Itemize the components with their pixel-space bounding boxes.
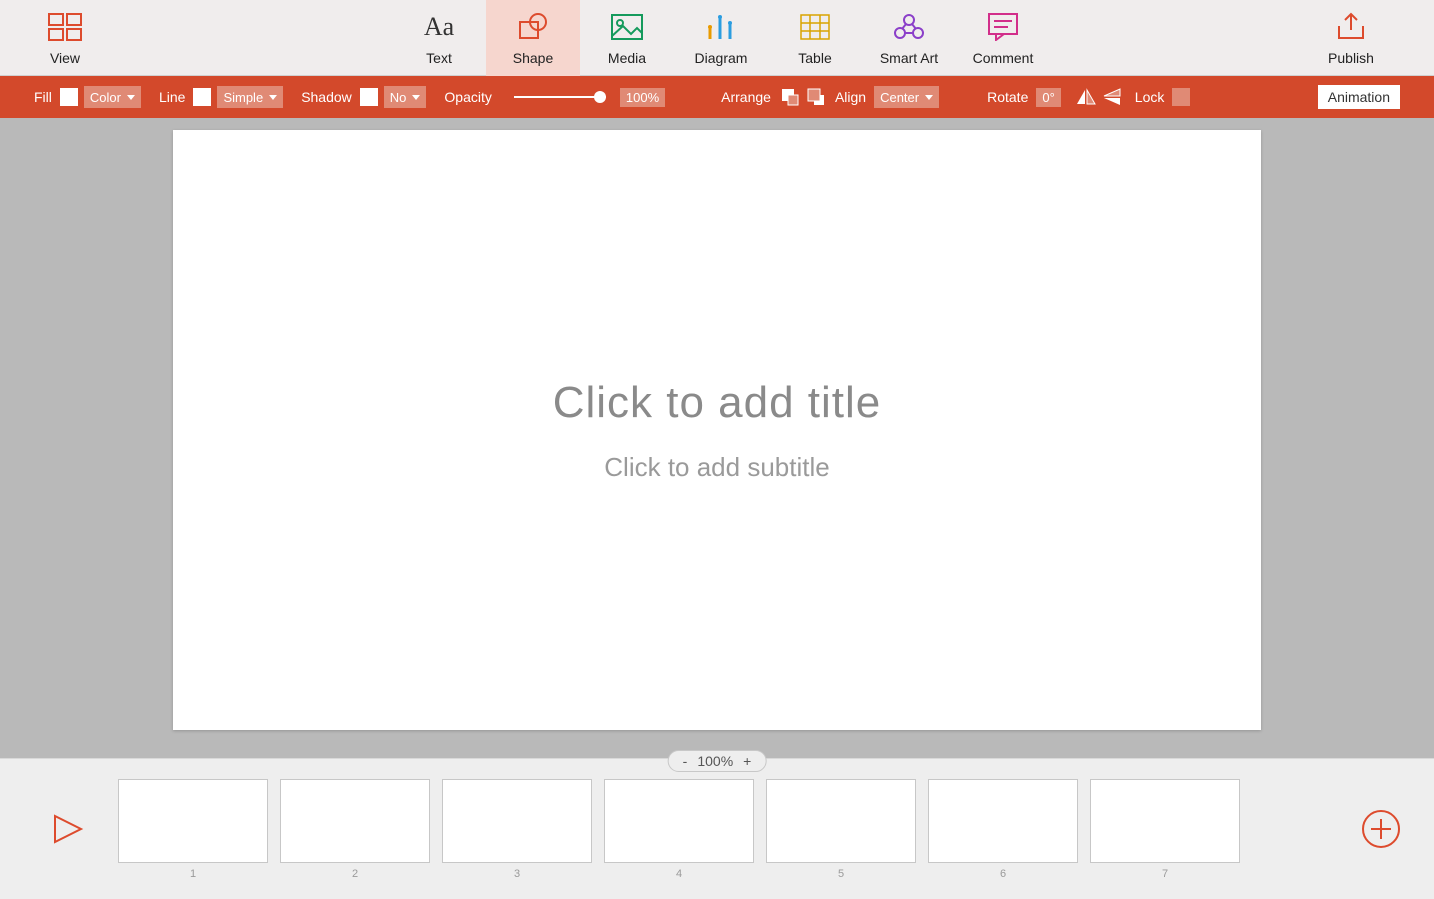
toolbar-media[interactable]: Media <box>580 0 674 76</box>
smartart-icon <box>893 10 925 44</box>
toolbar-view[interactable]: View <box>18 0 112 76</box>
line-swatch[interactable] <box>193 88 211 106</box>
toolbar-comment[interactable]: Comment <box>956 0 1050 76</box>
shadow-label: Shadow <box>301 89 352 105</box>
toolbar-text-label: Text <box>426 50 452 66</box>
shadow-group: Shadow No <box>301 86 426 108</box>
slide-thumb[interactable] <box>280 779 430 863</box>
flip-horizontal-icon[interactable] <box>1075 86 1097 108</box>
lock-label: Lock <box>1135 89 1165 105</box>
lock-group: Lock <box>1135 88 1191 106</box>
table-icon <box>800 10 830 44</box>
flip-vertical-icon[interactable] <box>1101 86 1123 108</box>
publish-icon <box>1335 10 1367 44</box>
add-slide-button[interactable] <box>1346 809 1416 849</box>
play-button[interactable] <box>18 814 118 844</box>
fill-label: Fill <box>34 89 52 105</box>
toolbar-media-label: Media <box>608 50 646 66</box>
toolbar-table[interactable]: Table <box>768 0 862 76</box>
toolbar-diagram[interactable]: Diagram <box>674 0 768 76</box>
comment-icon <box>988 10 1018 44</box>
slide-thumb[interactable] <box>604 779 754 863</box>
slide-thumb[interactable] <box>1090 779 1240 863</box>
slide-thumb[interactable] <box>766 779 916 863</box>
align-select[interactable]: Center <box>874 86 939 108</box>
fill-group: Fill Color <box>34 86 141 108</box>
rotate-label: Rotate <box>987 89 1028 105</box>
toolbar-publish[interactable]: Publish <box>1304 0 1398 76</box>
align-group: Align Center <box>835 86 939 108</box>
line-label: Line <box>159 89 185 105</box>
line-group: Line Simple <box>159 86 283 108</box>
diagram-icon <box>706 10 736 44</box>
toolbar-shape-label: Shape <box>513 50 553 66</box>
align-label: Align <box>835 89 866 105</box>
zoom-value: 100% <box>697 753 733 769</box>
zoom-out-button[interactable]: - <box>683 753 688 769</box>
toolbar-table-label: Table <box>798 50 831 66</box>
send-back-icon[interactable] <box>805 86 827 108</box>
toolbar-smartart-label: Smart Art <box>880 50 938 66</box>
media-icon <box>611 10 643 44</box>
rotate-value[interactable]: 0° <box>1036 88 1060 107</box>
zoom-in-button[interactable]: + <box>743 753 751 769</box>
slide-thumb[interactable] <box>928 779 1078 863</box>
fill-swatch[interactable] <box>60 88 78 106</box>
slide-canvas[interactable]: Click to add title Click to add subtitle <box>173 130 1261 730</box>
fill-select[interactable]: Color <box>84 86 141 108</box>
slide-thumb[interactable] <box>118 779 268 863</box>
animation-button[interactable]: Animation <box>1318 85 1400 109</box>
toolbar-smartart[interactable]: Smart Art <box>862 0 956 76</box>
slide-thumb[interactable] <box>442 779 592 863</box>
rotate-group: Rotate 0° <box>987 86 1123 108</box>
property-bar: Fill Color Line Simple Shadow No Opacity… <box>0 76 1434 118</box>
toolbar-publish-label: Publish <box>1328 50 1374 66</box>
zoom-control: - 100% + <box>668 750 767 772</box>
opacity-group: Opacity 100% <box>444 88 665 107</box>
opacity-label: Opacity <box>444 89 491 105</box>
shadow-swatch[interactable] <box>360 88 378 106</box>
view-icon <box>48 10 82 44</box>
opacity-slider[interactable] <box>514 96 606 98</box>
main-toolbar: View Aa Text Shape Media <box>0 0 1434 76</box>
toolbar-comment-label: Comment <box>973 50 1034 66</box>
opacity-value[interactable]: 100% <box>620 88 665 107</box>
toolbar-diagram-label: Diagram <box>695 50 748 66</box>
toolbar-view-label: View <box>50 50 80 66</box>
text-icon: Aa <box>424 10 454 44</box>
canvas-area: Click to add title Click to add subtitle… <box>0 118 1434 758</box>
arrange-group: Arrange <box>721 86 827 108</box>
shadow-select[interactable]: No <box>384 86 427 108</box>
subtitle-placeholder[interactable]: Click to add subtitle <box>604 452 829 483</box>
thumbnails: 1 2 3 4 5 6 7 <box>118 779 1240 880</box>
line-select[interactable]: Simple <box>217 86 283 108</box>
arrange-label: Arrange <box>721 89 771 105</box>
shape-icon <box>516 10 550 44</box>
toolbar-text[interactable]: Aa Text <box>392 0 486 76</box>
bring-front-icon[interactable] <box>779 86 801 108</box>
lock-toggle[interactable] <box>1172 88 1190 106</box>
title-placeholder[interactable]: Click to add title <box>553 378 882 428</box>
thumbnail-strip: 1 2 3 4 5 6 7 <box>0 758 1434 899</box>
toolbar-shape[interactable]: Shape <box>486 0 580 76</box>
